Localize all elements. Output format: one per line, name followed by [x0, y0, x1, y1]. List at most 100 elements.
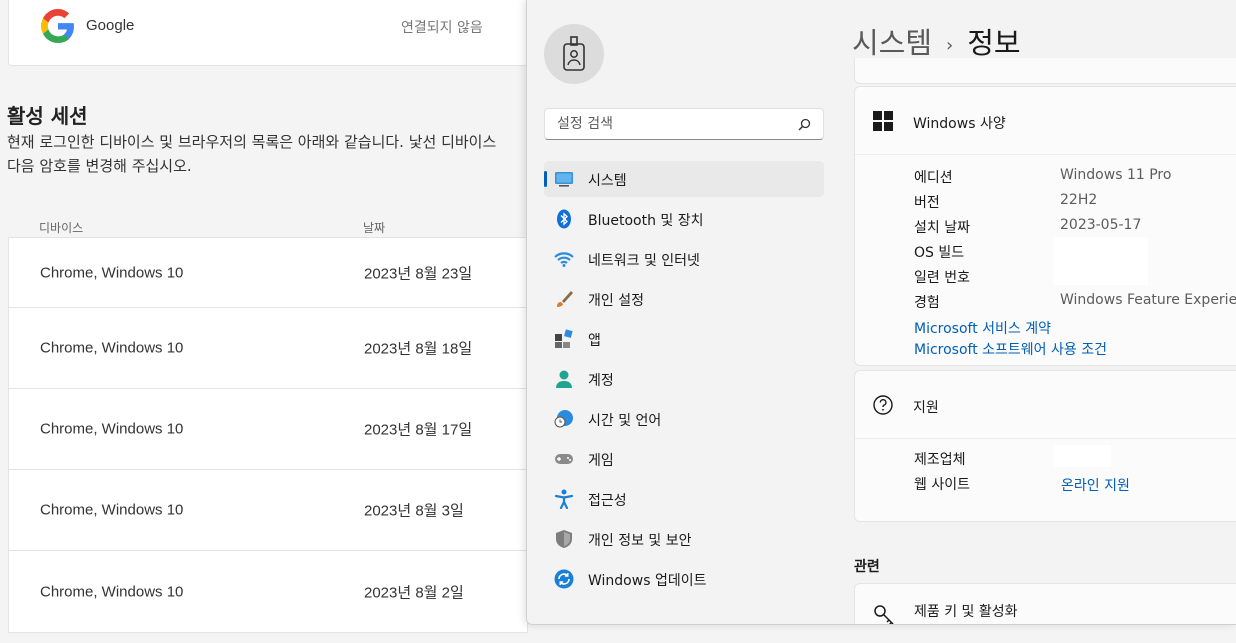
row-device: Chrome, Windows 10: [40, 501, 184, 519]
sidebar-item-label: 계정: [588, 373, 614, 389]
table-row: Chrome, Windows 10 2023년 8월 3일: [9, 470, 527, 551]
account-icon: [556, 370, 572, 388]
license-terms-link[interactable]: Microsoft 소프트웨어 사용 조건: [914, 339, 1107, 359]
version-value: 22H2: [1060, 192, 1098, 208]
apps-icon: [555, 329, 573, 348]
sidebar-item-bluetooth[interactable]: Bluetooth 및 장치: [544, 201, 824, 237]
sessions-desc-line1: 현재 로그인한 디바이스 및 브라우저의 목록은 아래와 같습니다. 낯선 디바…: [7, 133, 497, 151]
sidebar-item-windows-update[interactable]: Windows 업데이트: [544, 561, 824, 597]
search-icon[interactable]: [798, 118, 811, 131]
row-device: Chrome, Windows 10: [40, 420, 184, 438]
row-date: 2023년 8월 18일: [364, 340, 473, 358]
brush-icon: [557, 291, 573, 307]
breadcrumb: 시스템 › 정보: [852, 20, 1021, 62]
experience-label: 경험: [914, 295, 940, 311]
sessions-description: 현재 로그인한 디바이스 및 브라우저의 목록은 아래와 같습니다. 낯선 디바…: [7, 130, 527, 178]
system-icon: [555, 172, 573, 187]
google-status: 연결되지 않음: [401, 20, 483, 36]
previous-section-edge: [854, 58, 1236, 84]
column-header-device: 디바이스: [39, 221, 84, 235]
sidebar-item-personalization[interactable]: 개인 설정: [544, 281, 824, 317]
page-title: 정보: [967, 26, 1021, 60]
column-header-date: 날짜: [363, 221, 386, 235]
online-support-link[interactable]: 온라인 지원: [1061, 475, 1130, 495]
settings-nav: 시스템 Bluetooth 및 장치 네트워크 및 인터넷 개인 설정 앱 계정…: [544, 161, 824, 601]
settings-search-input[interactable]: [555, 115, 785, 133]
row-device: Chrome, Windows 10: [40, 583, 184, 600]
sidebar-item-network[interactable]: 네트워크 및 인터넷: [544, 241, 824, 277]
sidebar-item-privacy[interactable]: 개인 정보 및 보안: [544, 521, 824, 557]
sidebar-item-label: Windows 업데이트: [588, 573, 707, 589]
sidebar-item-label: 네트워크 및 인터넷: [588, 253, 700, 269]
install-date-value: 2023-05-17: [1060, 217, 1142, 233]
google-label: Google: [86, 17, 135, 34]
manufacturer-label: 제조업체: [914, 452, 966, 468]
services-agreement-link[interactable]: Microsoft 서비스 계약: [914, 318, 1051, 338]
accessibility-icon: [554, 489, 574, 509]
sidebar-item-label: 시간 및 언어: [588, 413, 662, 429]
website-label: 웹 사이트: [914, 477, 970, 493]
install-date-label: 설치 날짜: [914, 220, 970, 236]
table-row: Chrome, Windows 10 2023년 8월 17일: [9, 389, 527, 470]
product-key-card[interactable]: 제품 키 및 활성화: [854, 583, 1236, 624]
settings-window: 시스템 Bluetooth 및 장치 네트워크 및 인터넷 개인 설정: [526, 0, 1236, 625]
product-key-title: 제품 키 및 활성화: [914, 604, 1018, 620]
sidebar-item-label: 접근성: [588, 493, 627, 509]
os-build-label: OS 빌드: [914, 245, 965, 261]
sidebar-item-time-language[interactable]: 시간 및 언어: [544, 401, 824, 437]
row-date: 2023년 8월 2일: [364, 584, 464, 601]
key-icon: [874, 605, 894, 624]
google-connection-card: Google 연결되지 않음: [8, 0, 528, 66]
row-date: 2023년 8월 3일: [364, 502, 464, 520]
shield-icon: [556, 530, 572, 548]
table-row: Chrome, Windows 10 2023년 8월 18일: [9, 308, 527, 389]
table-row: Chrome, Windows 10 2023년 8월 23일: [9, 238, 527, 308]
sidebar-item-label: 앱: [588, 333, 601, 349]
sidebar-item-label: 게임: [588, 453, 614, 469]
redacted-value: [1053, 237, 1148, 285]
google-logo-icon: [41, 9, 74, 43]
serial-label: 일련 번호: [914, 270, 970, 286]
sidebar-item-label: 개인 정보 및 보안: [588, 533, 692, 549]
breadcrumb-separator: ›: [946, 34, 954, 56]
sidebar-item-system[interactable]: 시스템: [544, 161, 824, 197]
redacted-value: [1053, 445, 1111, 467]
row-date: 2023년 8월 23일: [364, 265, 473, 282]
experience-value: Windows Feature Experience: [1060, 292, 1236, 308]
settings-search-box[interactable]: [544, 108, 824, 140]
help-icon: [873, 395, 893, 415]
sidebar-item-accounts[interactable]: 계정: [544, 361, 824, 397]
sidebar-item-label: 개인 설정: [588, 293, 644, 309]
row-date: 2023년 8월 17일: [364, 421, 473, 439]
windows-spec-panel: Windows 사양 에디션 Windows 11 Pro 버전 22H2 설치…: [854, 86, 1236, 366]
sidebar-item-gaming[interactable]: 게임: [544, 441, 824, 477]
support-header[interactable]: 지원: [855, 371, 1236, 439]
breadcrumb-parent[interactable]: 시스템: [852, 26, 932, 60]
sessions-desc-line2: 다음 암호를 변경해 주십시오.: [7, 157, 192, 175]
windows-spec-title: Windows 사양: [913, 116, 1006, 132]
sessions-title: 활성 세션: [7, 104, 88, 128]
row-device: Chrome, Windows 10: [40, 339, 184, 357]
windows-logo-icon: [873, 111, 893, 131]
update-icon: [554, 569, 574, 589]
support-title: 지원: [913, 400, 939, 416]
windows-spec-header[interactable]: Windows 사양: [855, 87, 1236, 155]
sidebar-item-accessibility[interactable]: 접근성: [544, 481, 824, 517]
row-device: Chrome, Windows 10: [40, 264, 184, 281]
time-language-icon: [554, 410, 573, 428]
related-section-title: 관련: [854, 559, 880, 575]
bluetooth-icon: [557, 209, 571, 229]
edition-label: 에디션: [914, 170, 953, 186]
sidebar-item-label: Bluetooth 및 장치: [588, 213, 704, 229]
support-panel: 지원 제조업체 웹 사이트 온라인 지원: [854, 370, 1236, 522]
version-label: 버전: [914, 195, 940, 211]
wifi-icon: [554, 252, 574, 267]
avatar[interactable]: [544, 24, 604, 84]
gamepad-icon: [555, 454, 573, 464]
table-row: Chrome, Windows 10 2023년 8월 2일: [9, 551, 527, 632]
edition-value: Windows 11 Pro: [1060, 167, 1172, 183]
sidebar-item-label: 시스템: [588, 173, 627, 189]
sidebar-item-apps[interactable]: 앱: [544, 321, 824, 357]
sessions-table: Chrome, Windows 10 2023년 8월 23일 Chrome, …: [8, 237, 528, 633]
badge-icon: [563, 36, 585, 71]
